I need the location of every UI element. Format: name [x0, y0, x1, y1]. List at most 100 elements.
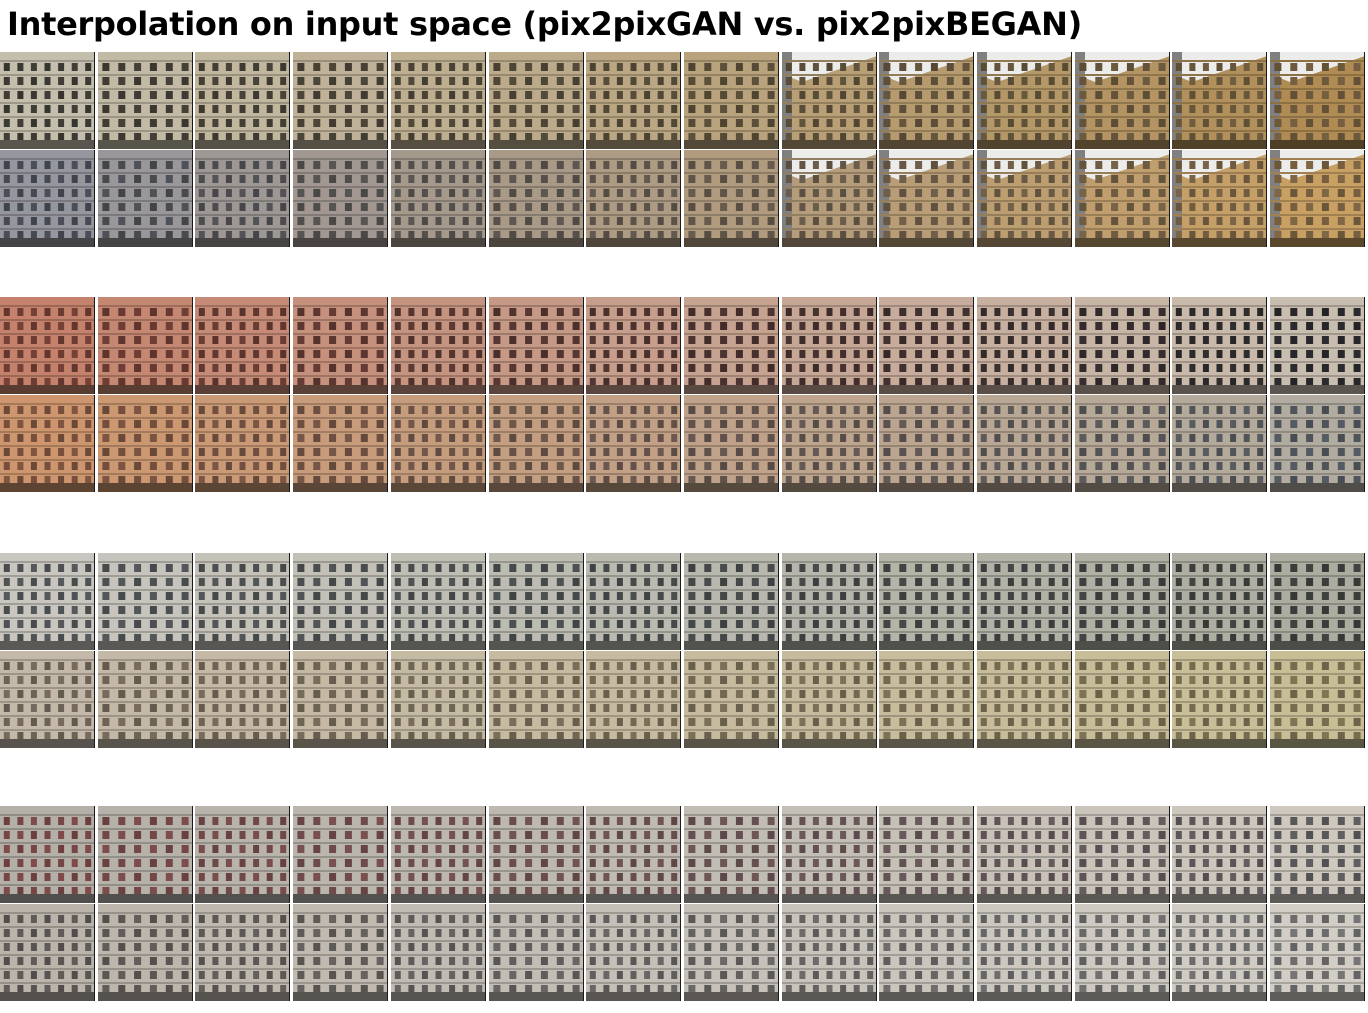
facade-image [195, 297, 289, 394]
interpolation-tile [489, 297, 584, 394]
interpolation-tile [586, 651, 681, 748]
facade-image [1075, 904, 1169, 1001]
facade-image [684, 150, 778, 247]
interpolation-tile [684, 806, 779, 903]
interpolation-tile [586, 904, 681, 1001]
interpolation-tile [293, 806, 388, 903]
interpolation-block-1 [0, 52, 1368, 247]
interpolation-tile [0, 651, 95, 748]
facade-image [98, 806, 192, 903]
facade-image [1172, 904, 1266, 1001]
interpolation-tile [684, 904, 779, 1001]
facade-image [1270, 150, 1364, 247]
facade-image [293, 553, 387, 650]
interpolation-tile [98, 297, 193, 394]
interpolation-tile [293, 297, 388, 394]
interpolation-row-began [0, 395, 1368, 492]
interpolation-tile [489, 806, 584, 903]
facade-image [684, 651, 778, 748]
interpolation-tile [1270, 806, 1365, 903]
interpolation-tile [98, 553, 193, 650]
facade-image [391, 904, 485, 1001]
interpolation-tile [977, 297, 1072, 394]
facade-image [1172, 651, 1266, 748]
facade-image [879, 553, 973, 650]
interpolation-tile [0, 52, 95, 149]
facade-image [0, 806, 94, 903]
facade-image [1172, 150, 1266, 247]
facade-image [1075, 806, 1169, 903]
interpolation-tile [586, 297, 681, 394]
facade-image [1075, 553, 1169, 650]
facade-image [98, 52, 192, 149]
interpolation-tile [1172, 806, 1267, 903]
facade-image [98, 150, 192, 247]
interpolation-tile [391, 52, 486, 149]
facade-image [489, 150, 583, 247]
facade-image [879, 52, 973, 149]
facade-image [391, 150, 485, 247]
interpolation-tile [879, 150, 974, 247]
interpolation-tile [879, 904, 974, 1001]
facade-image [489, 651, 583, 748]
interpolation-tile [195, 904, 290, 1001]
interpolation-tile [1172, 395, 1267, 492]
facade-image [489, 806, 583, 903]
interpolation-tile [1075, 651, 1170, 748]
interpolation-tile [293, 651, 388, 748]
facade-image [684, 297, 778, 394]
interpolation-tile [977, 150, 1072, 247]
facade-image [879, 395, 973, 492]
facade-image [489, 553, 583, 650]
facade-image [293, 297, 387, 394]
interpolation-tile [1270, 651, 1365, 748]
facade-image [977, 297, 1071, 394]
slide-title: Interpolation on input space (pix2pixGAN… [7, 5, 1082, 43]
facade-image [586, 395, 680, 492]
facade-image [977, 806, 1071, 903]
interpolation-tile [684, 150, 779, 247]
interpolation-tile [0, 806, 95, 903]
interpolation-tile [1075, 904, 1170, 1001]
facade-image [98, 553, 192, 650]
interpolation-tile [391, 150, 486, 247]
interpolation-block-3 [0, 553, 1368, 748]
facade-image [1075, 395, 1169, 492]
interpolation-tile [1075, 553, 1170, 650]
facade-image [98, 297, 192, 394]
interpolation-tile [1270, 297, 1365, 394]
facade-image [195, 806, 289, 903]
facade-image [1172, 52, 1266, 149]
interpolation-tile [293, 150, 388, 247]
interpolation-tile [879, 806, 974, 903]
facade-image [586, 553, 680, 650]
interpolation-tile [98, 904, 193, 1001]
facade-image [1270, 297, 1364, 394]
facade-image [879, 904, 973, 1001]
facade-image [977, 52, 1071, 149]
facade-image [977, 651, 1071, 748]
facade-image [782, 904, 876, 1001]
facade-image [195, 553, 289, 650]
facade-image [1075, 297, 1169, 394]
interpolation-tile [879, 395, 974, 492]
interpolation-tile [977, 806, 1072, 903]
interpolation-tile [0, 395, 95, 492]
facade-image [391, 553, 485, 650]
interpolation-tile [1075, 297, 1170, 394]
interpolation-tile [977, 395, 1072, 492]
interpolation-tile [391, 297, 486, 394]
facade-image [0, 651, 94, 748]
interpolation-tile [98, 395, 193, 492]
facade-image [489, 297, 583, 394]
interpolation-tile [1270, 395, 1365, 492]
interpolation-tile [195, 553, 290, 650]
interpolation-tile [489, 553, 584, 650]
interpolation-tile [977, 553, 1072, 650]
facade-image [586, 651, 680, 748]
interpolation-tile [0, 297, 95, 394]
interpolation-tile [293, 52, 388, 149]
interpolation-tile [684, 297, 779, 394]
interpolation-row-began [0, 150, 1368, 247]
facade-image [391, 651, 485, 748]
